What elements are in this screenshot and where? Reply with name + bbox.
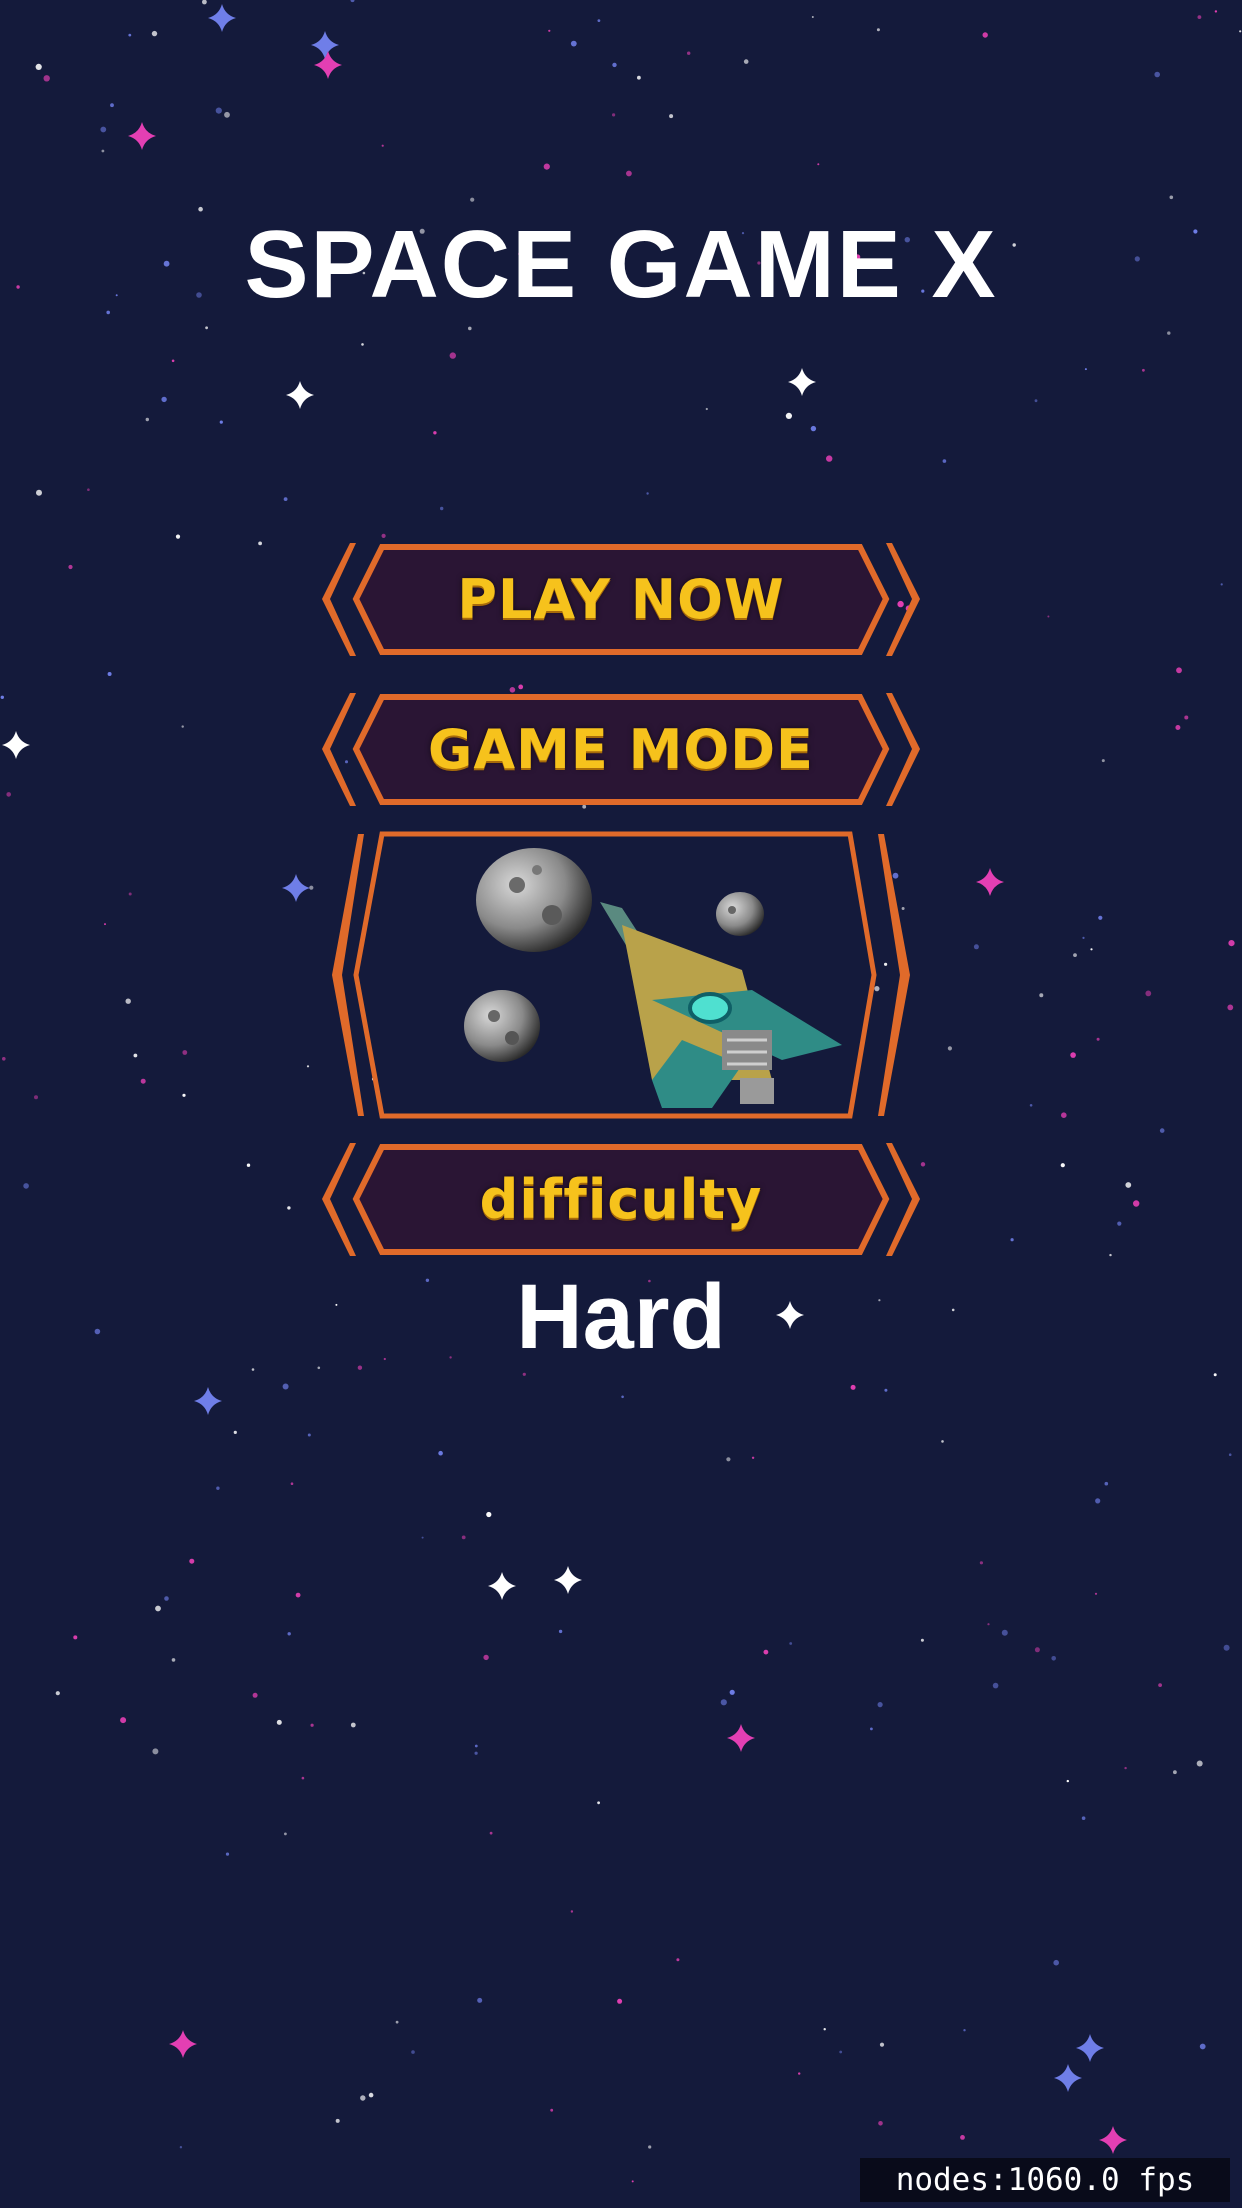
four-point-star-icon [128, 122, 156, 150]
four-point-star-icon [976, 868, 1004, 896]
game-mode-button[interactable]: GAME MODE [322, 693, 920, 806]
four-point-star-icon [727, 1724, 755, 1752]
four-point-star-icon [788, 368, 816, 396]
four-point-star-icon [1054, 2064, 1082, 2092]
four-point-star-icon [2, 731, 30, 759]
four-point-star-icon [1099, 2126, 1127, 2154]
asteroid-medium-icon [464, 990, 540, 1062]
play-now-label: PLAY NOW [457, 568, 785, 631]
four-point-star-icon [169, 2030, 197, 2058]
four-point-star-icon [282, 874, 310, 902]
difficulty-button[interactable]: difficulty [322, 1143, 920, 1256]
play-now-button[interactable]: PLAY NOW [322, 543, 920, 656]
game-mode-label: GAME MODE [428, 718, 814, 781]
four-point-star-icon [1076, 2034, 1104, 2062]
four-point-star-icon [314, 51, 342, 79]
four-point-star-icon [286, 381, 314, 409]
game-title: SPACE GAME X [244, 211, 998, 318]
difficulty-label: difficulty [479, 1168, 763, 1231]
nodes-count: nodes:10 [895, 2162, 1045, 2198]
difficulty-value: Hard [516, 1266, 726, 1368]
asteroid-large-icon [476, 848, 592, 952]
debug-stats: nodes:10 60.0 fps [860, 2158, 1230, 2202]
four-point-star-icon [488, 1572, 516, 1600]
four-point-star-icon [554, 1566, 582, 1594]
four-point-star-icon [208, 4, 236, 32]
asteroid-small-icon [716, 892, 764, 936]
four-point-star-icon [311, 31, 339, 59]
fps-readout: 60.0 fps [1045, 2162, 1195, 2198]
four-point-star-icon [194, 1387, 222, 1415]
ship-and-asteroids-preview [322, 830, 920, 1120]
